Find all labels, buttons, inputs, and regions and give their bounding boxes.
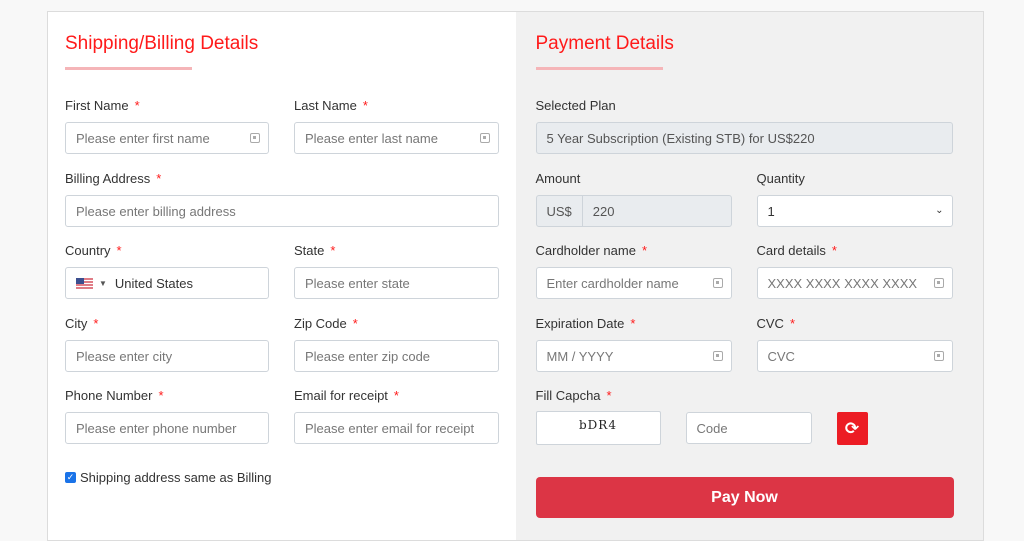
cardholder-input[interactable]: Enter cardholder name: [535, 267, 732, 299]
expiration-placeholder: MM / YYYY: [546, 348, 614, 364]
first-name-label: First Name *: [65, 98, 140, 113]
billing-address-placeholder: Please enter billing address: [76, 203, 236, 219]
payment-section: Payment Details Selected Plan 5 Year Sub…: [515, 12, 983, 540]
same-as-billing-label: Shipping address same as Billing: [80, 470, 272, 485]
city-label: City *: [65, 316, 99, 331]
captcha-image: bDR4: [535, 411, 661, 445]
captcha-code-placeholder: Code: [696, 420, 728, 436]
amount-field: US$ 220: [535, 195, 732, 227]
currency-addon: US$: [547, 196, 583, 226]
last-name-placeholder: Please enter last name: [305, 130, 438, 146]
autofill-icon[interactable]: [480, 133, 490, 143]
checkbox-checked-icon[interactable]: ✓: [65, 472, 76, 483]
amount-value: 220: [592, 203, 615, 219]
selected-plan-field: 5 Year Subscription (Existing STB) for U…: [535, 122, 953, 154]
zip-placeholder: Please enter zip code: [305, 348, 431, 364]
quantity-select[interactable]: 1 ⌄: [756, 195, 953, 227]
last-name-label: Last Name *: [294, 98, 368, 113]
payment-title: Payment Details: [535, 33, 674, 54]
cvc-label: CVC *: [756, 316, 796, 331]
last-name-input[interactable]: Please enter last name: [294, 122, 499, 154]
captcha-label: Fill Capcha *: [535, 388, 612, 403]
refresh-icon: ⟳: [844, 418, 860, 438]
email-input[interactable]: Please enter email for receipt: [294, 412, 499, 444]
phone-input[interactable]: Please enter phone number: [65, 412, 269, 444]
autofill-icon[interactable]: [250, 133, 260, 143]
email-placeholder: Please enter email for receipt: [305, 420, 475, 436]
captcha-code-input[interactable]: Code: [685, 412, 812, 444]
selected-plan-label: Selected Plan: [535, 98, 616, 113]
expiration-input[interactable]: MM / YYYY: [535, 340, 732, 372]
title-underline: [535, 67, 663, 70]
quantity-value: 1: [767, 203, 775, 219]
autofill-icon[interactable]: [712, 351, 723, 361]
shipping-billing-section: Shipping/Billing Details First Name * Ple…: [48, 12, 516, 540]
title-underline: [65, 67, 192, 70]
card-details-placeholder: XXXX XXXX XXXX XXXX: [767, 275, 918, 291]
billing-address-label: Billing Address *: [65, 171, 162, 186]
state-input[interactable]: Please enter state: [294, 267, 499, 299]
country-value: United States: [114, 275, 193, 291]
zip-label: Zip Code *: [294, 316, 358, 331]
checkout-card: Shipping/Billing Details First Name * Ple…: [47, 11, 984, 541]
first-name-input[interactable]: Please enter first name: [65, 122, 269, 154]
phone-placeholder: Please enter phone number: [76, 420, 237, 436]
autofill-icon[interactable]: [712, 278, 723, 288]
chevron-down-icon: ⌄: [935, 205, 944, 216]
city-placeholder: Please enter city: [76, 348, 173, 364]
billing-address-input[interactable]: Please enter billing address: [65, 195, 499, 227]
first-name-placeholder: Please enter first name: [76, 130, 210, 146]
caret-down-icon: ▼: [99, 278, 107, 288]
country-label: Country *: [65, 243, 122, 258]
state-label: State *: [294, 243, 336, 258]
cardholder-label: Cardholder name *: [535, 243, 648, 258]
shipping-title: Shipping/Billing Details: [65, 33, 259, 54]
phone-label: Phone Number *: [65, 388, 164, 403]
quantity-label: Quantity: [756, 171, 805, 186]
same-as-billing-checkbox[interactable]: ✓ Shipping address same as Billing: [65, 470, 272, 485]
city-input[interactable]: Please enter city: [65, 340, 269, 372]
state-placeholder: Please enter state: [305, 275, 410, 291]
autofill-icon[interactable]: [933, 351, 944, 361]
card-details-input[interactable]: XXXX XXXX XXXX XXXX: [756, 267, 953, 299]
card-details-label: Card details *: [756, 243, 837, 258]
pay-now-button[interactable]: Pay Now: [535, 477, 954, 518]
amount-label: Amount: [535, 171, 581, 186]
cvc-input[interactable]: CVC: [756, 340, 953, 372]
expiration-label: Expiration Date *: [535, 316, 636, 331]
autofill-icon[interactable]: [933, 278, 944, 288]
country-select[interactable]: ▼ United States: [65, 267, 269, 299]
us-flag-icon: [76, 277, 93, 289]
selected-plan-value: 5 Year Subscription (Existing STB) for U…: [546, 130, 815, 146]
cvc-placeholder: CVC: [767, 348, 795, 364]
email-label: Email for receipt *: [294, 388, 399, 403]
zip-input[interactable]: Please enter zip code: [294, 340, 499, 372]
refresh-captcha-button[interactable]: ⟳: [836, 412, 868, 445]
cardholder-placeholder: Enter cardholder name: [546, 275, 679, 291]
